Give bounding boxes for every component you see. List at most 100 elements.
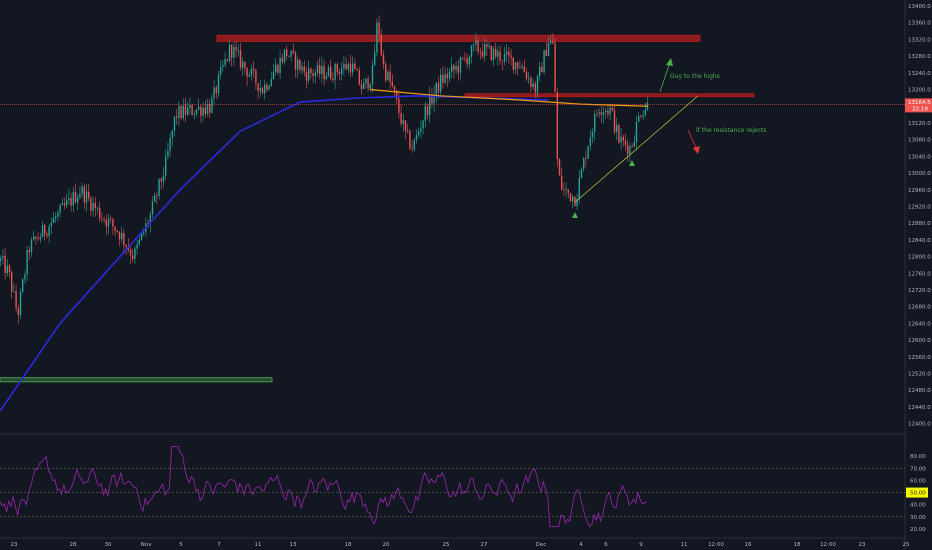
candle-body xyxy=(55,216,57,219)
price-tick-label: 12840.0 xyxy=(908,238,931,244)
candle-body xyxy=(2,255,4,259)
candle-body xyxy=(105,220,107,227)
candle-body xyxy=(129,249,132,256)
candle-body xyxy=(583,158,585,170)
candle-body xyxy=(473,44,475,46)
price-tick-label: 12720.0 xyxy=(908,288,931,294)
candle-body xyxy=(213,87,215,98)
candle-body xyxy=(17,308,19,316)
candle-body xyxy=(173,116,176,131)
candle-body xyxy=(52,218,55,223)
candle-body xyxy=(191,105,193,115)
last-price-label: 13164.5 xyxy=(908,100,931,106)
candle-body xyxy=(237,50,239,52)
time-tick-label: 9 xyxy=(639,542,643,548)
candle-body xyxy=(541,66,543,73)
candle-body xyxy=(250,68,253,75)
price-tick-label: 12960.0 xyxy=(908,188,931,194)
price-tick-label: 12400.0 xyxy=(908,422,931,428)
time-tick-label: 16 xyxy=(745,542,752,548)
candle-body xyxy=(343,63,345,69)
candle-body xyxy=(618,125,620,143)
candle-body xyxy=(475,40,477,45)
candle-body xyxy=(176,116,178,118)
candle-body xyxy=(352,63,354,73)
candle-body xyxy=(389,71,391,82)
candle-body xyxy=(46,234,48,236)
candle-body xyxy=(217,74,220,94)
candle-body xyxy=(589,137,591,147)
candle-body xyxy=(48,226,50,236)
candle-body xyxy=(627,145,629,154)
price-tick-label: 13400.0 xyxy=(908,4,931,10)
candle-body xyxy=(532,83,534,87)
candle-body xyxy=(424,106,426,121)
candle-body xyxy=(226,59,228,61)
time-tick-label: 30 xyxy=(105,542,112,548)
candle-body xyxy=(552,41,554,44)
candle-body xyxy=(391,81,393,87)
candle-body xyxy=(525,72,528,79)
candle-body xyxy=(495,48,497,57)
candle-body xyxy=(290,50,292,57)
candle-body xyxy=(0,258,2,261)
candle-body xyxy=(462,57,464,59)
price-tick-label: 13240.0 xyxy=(908,71,931,77)
candle-body xyxy=(319,65,321,74)
candle-body xyxy=(400,112,402,124)
candle-body xyxy=(536,76,539,93)
candle-body xyxy=(569,193,572,202)
candle-body xyxy=(519,67,521,69)
candle-body xyxy=(638,116,640,122)
time-tick-label: 13 xyxy=(290,542,297,548)
candle-body xyxy=(442,74,444,83)
candle-body xyxy=(189,105,191,108)
candle-body xyxy=(413,139,415,150)
candle-body xyxy=(444,74,446,83)
candle-body xyxy=(88,191,90,199)
candle-body xyxy=(156,195,158,196)
candle-body xyxy=(112,219,114,227)
rsi-tick-label: 30.00 xyxy=(910,515,926,521)
candle-body xyxy=(356,69,358,71)
candle-body xyxy=(600,112,602,115)
candle-body xyxy=(499,51,501,61)
chart-background xyxy=(0,0,932,550)
candle-body xyxy=(341,68,343,75)
candle-body xyxy=(607,110,609,115)
candle-body xyxy=(376,22,378,53)
candle-body xyxy=(312,73,314,76)
candle-body xyxy=(567,189,569,194)
candle-body xyxy=(466,58,468,65)
candle-body xyxy=(215,87,217,94)
candle-body xyxy=(490,45,492,60)
price-tick-label: 13080.0 xyxy=(908,138,931,144)
candle-body xyxy=(435,82,437,95)
price-tick-label: 12480.0 xyxy=(908,388,931,394)
candle-body xyxy=(248,74,250,77)
candle-body xyxy=(622,136,624,141)
candle-body xyxy=(528,77,530,79)
price-tick-label: 12520.0 xyxy=(908,372,931,378)
candle-body xyxy=(321,65,323,74)
candle-body xyxy=(611,107,613,111)
candle-body xyxy=(107,218,110,227)
candle-body xyxy=(514,62,517,70)
price-tick-label: 13040.0 xyxy=(908,154,931,160)
candle-body xyxy=(486,44,488,47)
candle-body xyxy=(404,120,407,131)
zone-support_low xyxy=(0,377,273,383)
candle-body xyxy=(332,78,334,81)
chart[interactable]: 13400.0 13360.0 13320.0 13280.0 13240.0 13200… xyxy=(0,0,932,550)
time-tick-label: 27 xyxy=(481,542,488,548)
candle-body xyxy=(255,70,257,84)
candle-body xyxy=(198,106,200,110)
candle-body xyxy=(398,98,400,113)
candle-body xyxy=(37,238,39,240)
countdown-label: 32:19 xyxy=(912,106,928,112)
candle-body xyxy=(530,77,532,87)
candle-body xyxy=(22,279,24,292)
candle-body xyxy=(363,83,365,90)
time-tick-label: 5 xyxy=(179,542,183,548)
candle-body xyxy=(103,218,105,221)
